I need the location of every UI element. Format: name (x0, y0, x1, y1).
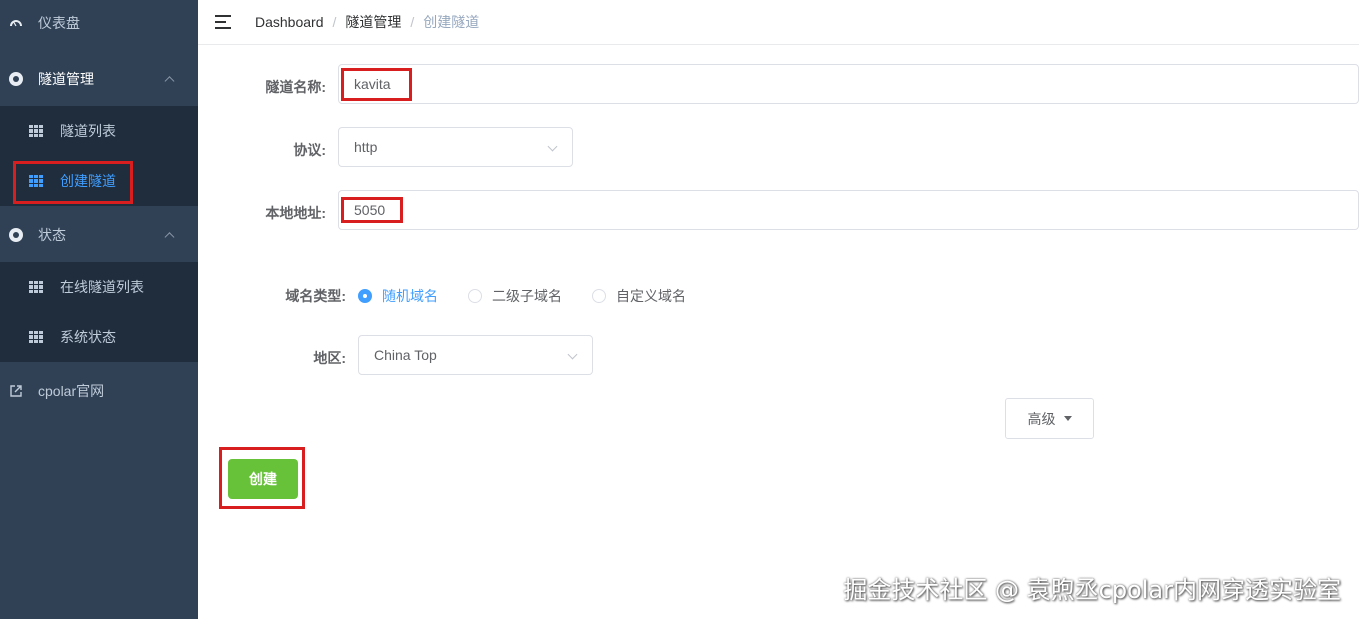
status-icon (8, 227, 24, 243)
radio-random-domain[interactable]: 随机域名 (358, 286, 438, 306)
region-select[interactable]: China Top (358, 335, 593, 375)
radio-label: 二级子域名 (492, 288, 562, 304)
sidebar-item-label: cpolar官网 (38, 382, 105, 399)
chevron-up-icon (164, 231, 175, 242)
sidebar-item-online-tunnels[interactable]: 在线隧道列表 (0, 262, 198, 312)
create-label: 创建 (249, 471, 277, 487)
sidebar-item-label: 仪表盘 (38, 14, 80, 31)
radio-custom-domain[interactable]: 自定义域名 (592, 286, 686, 306)
sidebar-item-label: 隧道管理 (38, 70, 94, 87)
advanced-button[interactable]: 高级 (1005, 398, 1094, 439)
protocol-label: 协议: (293, 142, 326, 158)
breadcrumb-item-tunnel-management[interactable]: 隧道管理 (345, 12, 401, 32)
sidebar-item-status[interactable]: 状态 (0, 212, 198, 257)
chevron-up-icon (164, 75, 175, 86)
create-button[interactable]: 创建 (228, 459, 298, 499)
hamburger-icon[interactable] (215, 15, 231, 29)
breadcrumb-separator: / (410, 14, 415, 30)
sidebar-item-label: 系统状态 (60, 329, 116, 345)
breadcrumb-item-dashboard[interactable]: Dashboard (255, 14, 324, 30)
radio-checked-icon (358, 289, 372, 303)
sidebar-item-create-tunnel[interactable]: 创建隧道 (0, 156, 198, 206)
radio-label: 自定义域名 (616, 288, 686, 304)
sidebar-item-label: 隧道列表 (60, 123, 116, 139)
region-value: China Top (374, 347, 437, 363)
tunnel-name-input[interactable]: kavita (338, 64, 1359, 104)
protocol-value: http (354, 139, 378, 155)
tunnel-icon (8, 71, 24, 87)
radio-unchecked-icon (592, 289, 606, 303)
local-address-input[interactable]: 5050 (338, 190, 1359, 230)
sidebar-item-label: 在线隧道列表 (60, 279, 144, 295)
advanced-label: 高级 (1027, 410, 1056, 427)
table-icon (28, 123, 44, 139)
sidebar-item-system-status[interactable]: 系统状态 (0, 312, 198, 362)
sidebar: 仪表盘 隧道管理 隧道列表 创建隧道 状态 在线隧道列表 系统状态 cpolar… (0, 0, 198, 619)
local-address-value: 5050 (354, 202, 386, 218)
protocol-select[interactable]: http (338, 127, 573, 167)
external-link-icon (8, 383, 24, 399)
top-navbar: Dashboard / 隧道管理 / 创建隧道 (198, 0, 1359, 45)
table-icon (28, 329, 44, 345)
radio-subdomain[interactable]: 二级子域名 (468, 286, 562, 306)
breadcrumb-item-create-tunnel: 创建隧道 (423, 14, 480, 30)
local-address-label: 本地地址: (265, 205, 326, 221)
table-icon (28, 279, 44, 295)
sidebar-item-label: 创建隧道 (60, 173, 116, 189)
sidebar-item-cpolar-site[interactable]: cpolar官网 (0, 368, 198, 413)
table-icon (28, 173, 44, 189)
sidebar-item-dashboard[interactable]: 仪表盘 (0, 0, 198, 45)
radio-unchecked-icon (468, 289, 482, 303)
breadcrumb-separator: / (332, 14, 337, 30)
dashboard-icon (8, 15, 24, 31)
caret-down-icon (1063, 416, 1072, 421)
tunnel-name-value: kavita (354, 76, 391, 92)
domain-type-label: 域名类型: (285, 288, 346, 304)
sidebar-item-label: 状态 (38, 226, 66, 243)
radio-label: 随机域名 (382, 288, 438, 304)
sidebar-item-tunnel-list[interactable]: 隧道列表 (0, 106, 198, 156)
sidebar-item-tunnel-management[interactable]: 隧道管理 (0, 56, 198, 101)
region-label: 地区: (313, 350, 346, 366)
chevron-down-icon (547, 141, 558, 152)
chevron-down-icon (567, 349, 578, 360)
tunnel-name-label: 隧道名称: (265, 79, 326, 95)
breadcrumb: Dashboard / 隧道管理 / 创建隧道 (255, 12, 479, 32)
watermark: 掘金技术社区 @ 袁煦丞cpolar内网穿透实验室 (843, 576, 1341, 604)
